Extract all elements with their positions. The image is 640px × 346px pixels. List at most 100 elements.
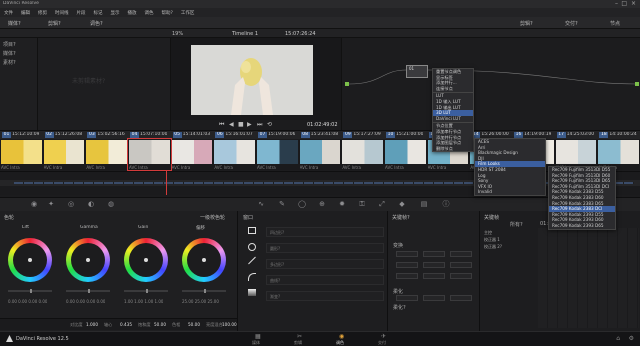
wheel-master-slider[interactable] [124, 289, 168, 293]
page-label[interactable]: 交付 [378, 340, 386, 346]
wheel-handle[interactable] [202, 258, 206, 262]
softness-field[interactable] [423, 295, 445, 301]
adjust-value[interactable]: 1.000 [86, 322, 98, 327]
menu-item[interactable]: Rec709 Kodak 2393 D65 [549, 223, 615, 229]
menu-item-10[interactable]: 工作区 [181, 11, 195, 16]
window-icon[interactable]: ◯ [296, 200, 308, 209]
info-icon[interactable]: ⓘ [440, 200, 452, 209]
rgb-mixer-icon[interactable]: ◐ [85, 200, 97, 209]
color-wheel[interactable] [66, 238, 110, 282]
color-panel-mode[interactable]: 一级校色轮 [200, 214, 225, 221]
camera-raw-icon[interactable]: ◉ [28, 200, 40, 209]
toolbar-item-edit[interactable]: 剪辑? [48, 20, 61, 27]
menu-item-8[interactable]: 调色 [145, 11, 154, 16]
sidebar-item-media[interactable]: 媒体? [3, 50, 16, 57]
timeline-name[interactable]: Timeline 1 [232, 31, 258, 37]
key-icon[interactable]: ⚿ [356, 200, 368, 209]
keyframe-track-label[interactable]: 主控 [484, 230, 492, 236]
page-icon[interactable]: ◉ [339, 333, 344, 340]
wheel-handle[interactable] [28, 258, 32, 262]
clip-thumbnail[interactable]: AVC Intra [384, 139, 427, 170]
window-tool-row[interactable]: 曲线? [266, 275, 384, 285]
menu-item-7[interactable]: 播放 [128, 11, 137, 16]
page-icon[interactable]: ▦ [255, 333, 261, 340]
window-tool-row[interactable]: 多边形? [266, 259, 384, 269]
clip-thumbnail[interactable]: AVC Intra [256, 139, 299, 170]
blur-icon[interactable]: ✹ [336, 200, 348, 209]
keyframe-track-label[interactable]: 校正器 1 [484, 237, 500, 243]
menu-item-5[interactable]: 标记 [94, 11, 103, 16]
close-icon[interactable]: × [631, 0, 636, 7]
transform-field[interactable] [450, 273, 472, 279]
toolbar-item-color[interactable]: 调色? [90, 20, 103, 27]
zoom-level[interactable]: 19% [172, 31, 183, 37]
keyframe-track-label[interactable]: 校正器 2? [484, 244, 502, 250]
menu-item[interactable]: Invalid [475, 189, 545, 195]
menu-item-9[interactable]: 帮助? [162, 11, 173, 16]
page-label[interactable]: 媒体 [252, 340, 260, 346]
menu-item-3[interactable]: 时间线 [55, 11, 69, 16]
minimize-icon[interactable]: – [615, 0, 618, 7]
color-wheel[interactable] [124, 238, 168, 282]
scopes-icon[interactable]: ▤ [418, 200, 430, 209]
home-icon[interactable]: ⌂ [616, 335, 620, 342]
window-circle-icon[interactable] [248, 243, 256, 251]
video-frame[interactable] [191, 45, 313, 115]
toolbar-item-media[interactable]: 媒体? [8, 20, 21, 27]
sidebar-item-project[interactable]: 项目? [3, 41, 16, 48]
menu-item[interactable]: Rec709 Fujifilm 3513DI D65 [549, 178, 615, 184]
page-label[interactable]: 调色 [336, 340, 344, 346]
skip-back-icon[interactable]: ⏮ [219, 121, 224, 129]
transform-field[interactable] [396, 273, 418, 279]
wheel-master-slider[interactable] [66, 289, 110, 293]
menu-item-2[interactable]: 修剪 [38, 11, 47, 16]
wheel-handle[interactable] [86, 258, 90, 262]
menu-item[interactable]: 删除节点 [433, 146, 473, 152]
loop-icon[interactable]: ⟲ [267, 121, 272, 128]
menu-item-0[interactable]: 文件 [4, 11, 13, 16]
window-linear-icon[interactable] [248, 227, 256, 234]
adjust-value[interactable]: 50.00 [188, 322, 200, 327]
clip-thumbnail[interactable]: AVC Intra [85, 139, 128, 170]
window-gradient-icon[interactable] [248, 289, 256, 296]
clip-thumbnail[interactable]: AVC Intra [299, 139, 342, 170]
clip-thumbnail[interactable]: AVC Intra [341, 139, 384, 170]
toolbar-item-deliver[interactable]: 交付? [565, 20, 578, 27]
wheel-handle[interactable] [144, 258, 148, 262]
transform-field[interactable] [423, 262, 445, 268]
play-icon[interactable]: ▶ [247, 121, 252, 128]
window-tool-row[interactable]: 四边形? [266, 227, 384, 237]
page-icon[interactable]: ✈ [381, 333, 386, 340]
softness-field[interactable] [450, 295, 472, 301]
motion-effects-icon[interactable]: ◍ [105, 200, 117, 209]
clip-thumbnail[interactable]: AVC Intra [127, 138, 172, 171]
softness-field[interactable] [396, 295, 418, 301]
keyframes-track-area[interactable] [538, 228, 639, 328]
menu-item-4[interactable]: 片段 [77, 11, 86, 16]
color-wheels-icon[interactable]: ◎ [65, 200, 77, 209]
node-01[interactable]: 01 [406, 65, 428, 78]
menu-item-6[interactable]: 显示 [111, 11, 120, 16]
toolbar-item-nodes[interactable]: 节点 [610, 20, 620, 27]
wheel-master-slider[interactable] [182, 289, 226, 293]
3d-icon[interactable]: ◆ [396, 200, 408, 209]
sizing-icon[interactable]: ⤢ [376, 200, 388, 209]
adjust-value[interactable]: 100.00 [222, 322, 237, 327]
transform-field[interactable] [396, 262, 418, 268]
clip-thumbnail[interactable]: AVC Intra [171, 139, 214, 170]
clip-thumbnail[interactable]: AVC Intra [43, 139, 86, 170]
transform-tab[interactable]: 关键帧? [392, 214, 410, 221]
wheel-master-slider[interactable] [8, 289, 52, 293]
transform-field[interactable] [423, 251, 445, 257]
page-label[interactable]: 剪辑 [294, 340, 302, 346]
adjust-value[interactable]: 50.00 [154, 322, 166, 327]
page-icon[interactable]: ✂ [297, 333, 302, 340]
clip-thumbnail[interactable]: AVC Intra [0, 139, 43, 170]
window-tool-row[interactable]: 渐变? [266, 291, 384, 301]
color-wheel[interactable] [8, 238, 52, 282]
window-polygon-icon[interactable] [248, 256, 256, 265]
keyframes-filter[interactable]: 所有? [510, 221, 523, 228]
qualifier-icon[interactable]: ✎ [276, 200, 288, 209]
curves-icon[interactable]: ∿ [255, 200, 267, 209]
clip-thumbnail[interactable]: AVC Intra [213, 139, 256, 170]
